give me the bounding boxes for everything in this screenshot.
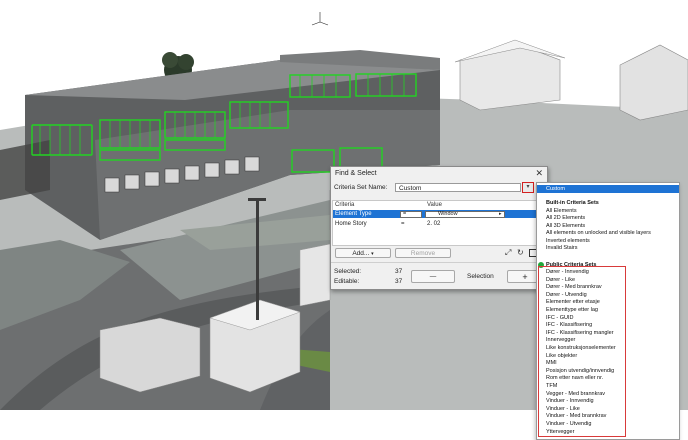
selection-label: Selection — [467, 273, 494, 280]
column-header-value: Value — [427, 202, 442, 208]
chevron-right-icon: ▸ — [499, 211, 502, 217]
rotate-icon[interactable]: ↻ — [517, 248, 524, 257]
dropdown-item-builtin[interactable]: All 3D Elements — [546, 223, 585, 229]
criteria-set-field[interactable]: Custom — [395, 183, 521, 192]
dropdown-item-builtin[interactable]: All Elements — [546, 208, 577, 214]
operator-select[interactable]: = — [400, 210, 422, 218]
value-select[interactable]: Window — [425, 210, 505, 218]
editable-label: Editable: — [334, 278, 360, 285]
chevron-right-icon: ▸ — [415, 211, 418, 217]
table-row[interactable]: Home Story = 2. 02 — [333, 220, 545, 228]
criteria-set-dropdown-button[interactable]: ▾ — [522, 182, 534, 193]
builtin-section-title: Built-in Criteria Sets — [546, 200, 599, 206]
remove-from-selection-button[interactable]: — — [411, 270, 455, 283]
chevron-down-icon: ▾ — [371, 251, 374, 257]
find-select-dialog: Find & Select ✕ Criteria Set Name: Custo… — [330, 166, 548, 290]
divider — [331, 262, 547, 263]
criteria-table: Criteria Value Element Type = ▸ Window ▸… — [332, 200, 546, 246]
operator-cell: = — [401, 221, 405, 227]
criteria-cell: Home Story — [335, 221, 367, 227]
column-header-criteria: Criteria — [335, 202, 355, 208]
dialog-title: Find & Select — [335, 170, 377, 177]
dropdown-item-custom[interactable]: Custom — [537, 185, 679, 193]
pick-tool-icon[interactable]: ⤢ — [505, 248, 511, 258]
editable-count: 37 — [395, 278, 403, 285]
add-button[interactable]: Add... ▾ — [335, 248, 391, 258]
dropdown-item-builtin[interactable]: All elements on unlocked and visible lay… — [546, 230, 651, 236]
remove-button[interactable]: Remove — [395, 248, 451, 258]
close-icon[interactable]: ✕ — [535, 168, 543, 179]
value-cell: 2. 02 — [427, 221, 441, 227]
dropdown-item-builtin[interactable]: Invalid Stairs — [546, 245, 578, 251]
highlight-box — [538, 266, 626, 437]
criteria-set-label: Criteria Set Name: — [334, 184, 388, 191]
add-button-label: Add... — [352, 250, 370, 257]
criteria-cell: Element Type — [335, 211, 372, 217]
table-row[interactable]: Element Type = ▸ Window ▸ — [333, 210, 545, 218]
selected-label: Selected: — [334, 268, 362, 275]
dropdown-item-builtin[interactable]: All 2D Elements — [546, 215, 585, 221]
chevron-down-icon: ▾ — [526, 184, 530, 190]
selected-count: 37 — [395, 268, 403, 275]
dropdown-item-builtin[interactable]: Inverted elements — [546, 238, 590, 244]
